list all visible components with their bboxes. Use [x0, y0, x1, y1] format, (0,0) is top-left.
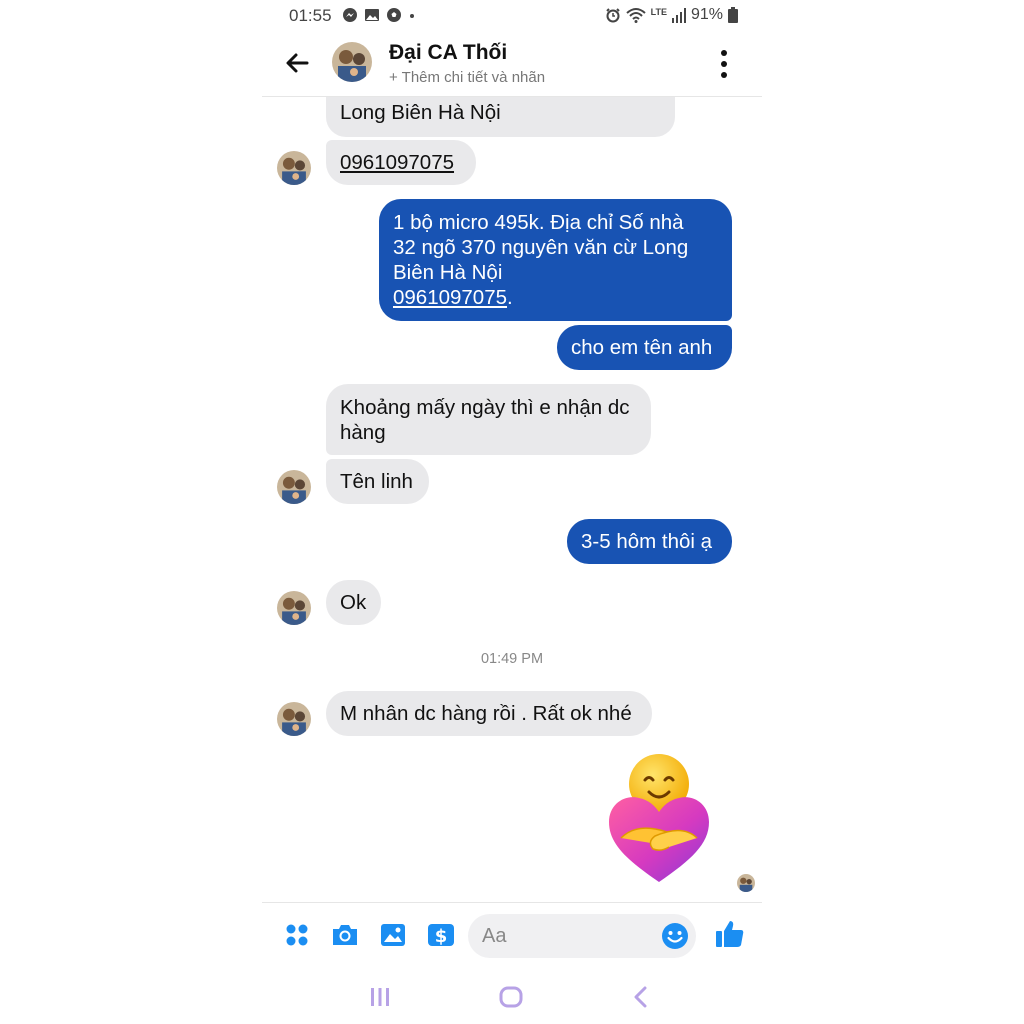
status-bar: 01:55 LTE 91% [262, 0, 762, 32]
battery-percent: 91% [690, 6, 723, 23]
read-receipt-avatar [737, 874, 755, 892]
message-text: 3-5 hôm thôi ạ [581, 530, 713, 553]
conversation-header: Đại CA Thối + Thêm chi tiết và nhãn [262, 32, 762, 97]
signal-icon [671, 8, 686, 23]
alarm-icon [605, 8, 620, 23]
messenger-screen: 01:55 LTE 91% Đại CA Thối + Thêm chi tiế… [262, 0, 762, 1024]
message-line: 32 ngõ 370 nguyên văn cừ Long [393, 236, 689, 259]
hugging-heart-sticker[interactable] [607, 752, 712, 887]
home-icon[interactable] [498, 984, 524, 1010]
image-icon[interactable] [379, 921, 407, 949]
svg-text:$: $ [435, 926, 448, 947]
message-incoming[interactable]: Ok [326, 580, 381, 625]
message-incoming[interactable]: 0961097075 [326, 140, 476, 185]
message-input[interactable]: Aa [468, 914, 696, 958]
message-text: Tên linh [340, 470, 413, 493]
add-details-link[interactable]: + Thêm chi tiết và nhãn [389, 69, 545, 86]
message-timestamp: 01:49 PM [480, 651, 544, 667]
system-nav-bar [262, 970, 762, 1024]
gallery-icon [365, 9, 379, 21]
sender-avatar[interactable] [277, 470, 311, 504]
sender-avatar[interactable] [277, 591, 311, 625]
message-composer: $ Aa [262, 902, 762, 967]
phone-link[interactable]: 0961097075 [340, 151, 454, 174]
message-outgoing[interactable]: 3-5 hôm thôi ạ [567, 519, 732, 564]
more-vertical-icon[interactable] [720, 49, 728, 79]
camera-icon[interactable] [331, 921, 359, 949]
message-outgoing[interactable]: 1 bộ micro 495k. Địa chỉ Số nhà 32 ngõ 3… [379, 199, 732, 321]
network-type: LTE [650, 7, 667, 17]
message-line: hàng [340, 421, 386, 444]
thumbs-up-icon[interactable] [714, 918, 746, 950]
wifi-icon [625, 8, 646, 23]
contact-name[interactable]: Đại CA Thối [389, 41, 507, 65]
dot-icon [410, 14, 414, 18]
message-line: 1 bộ micro 495k. Địa chỉ Số nhà [393, 211, 684, 234]
soccer-icon [387, 8, 401, 22]
message-incoming[interactable]: Long Biên Hà Nội [326, 97, 675, 137]
system-icons: LTE 91% [605, 6, 738, 24]
message-text: cho em tên anh [571, 336, 713, 359]
recent-apps-icon[interactable] [367, 984, 393, 1010]
arrow-left-icon[interactable] [282, 48, 312, 78]
message-line: Khoảng mấy ngày thì e nhận dc [340, 396, 630, 419]
message-suffix: . [507, 286, 513, 309]
emoji-icon[interactable] [660, 921, 690, 951]
sender-avatar[interactable] [277, 702, 311, 736]
message-text: M nhân dc hàng rồi . Rất ok nhé [340, 702, 632, 725]
message-placeholder: Aa [482, 925, 507, 947]
battery-icon [728, 7, 738, 23]
phone-link[interactable]: 0961097075 [393, 286, 507, 309]
status-time: 01:55 [289, 6, 332, 25]
message-outgoing[interactable]: cho em tên anh [557, 325, 732, 370]
apps-icon[interactable] [283, 921, 311, 949]
message-incoming[interactable]: Khoảng mấy ngày thì e nhận dc hàng [326, 384, 651, 455]
sender-avatar[interactable] [277, 151, 311, 185]
message-text: Ok [340, 591, 367, 614]
back-icon[interactable] [628, 984, 654, 1010]
notification-icons [342, 7, 416, 23]
payment-icon[interactable]: $ [427, 921, 455, 949]
message-line: Biên Hà Nội [393, 261, 503, 284]
contact-avatar[interactable] [332, 42, 372, 82]
messenger-icon [343, 8, 357, 22]
message-incoming[interactable]: Tên linh [326, 459, 429, 504]
message-text: Long Biên Hà Nội [340, 101, 501, 124]
message-incoming[interactable]: M nhân dc hàng rồi . Rất ok nhé [326, 691, 652, 736]
